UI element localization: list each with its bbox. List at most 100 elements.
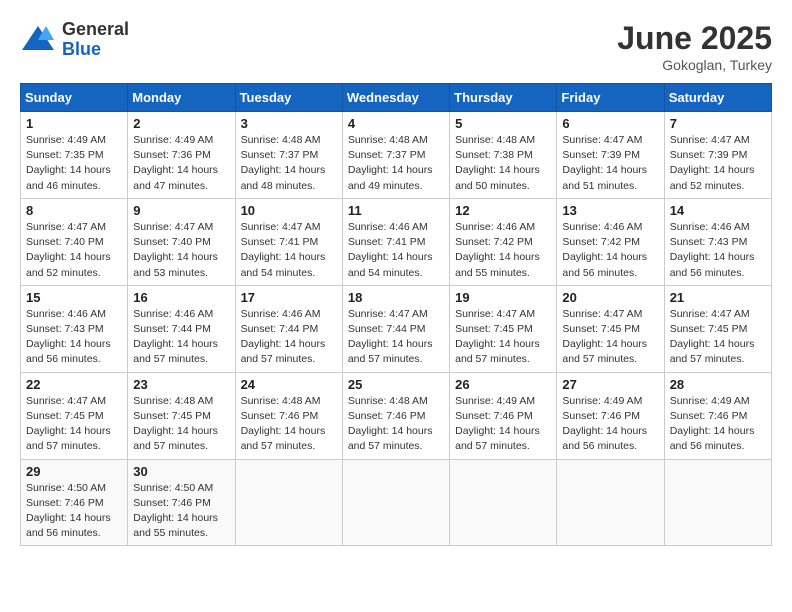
day-info: Sunrise: 4:49 AMSunset: 7:46 PMDaylight:… [670,394,766,455]
day-number: 9 [133,203,229,218]
day-number: 5 [455,116,551,131]
calendar-week-4: 22Sunrise: 4:47 AMSunset: 7:45 PMDayligh… [21,372,772,459]
day-number: 8 [26,203,122,218]
day-number: 27 [562,377,658,392]
calendar-body: 1Sunrise: 4:49 AMSunset: 7:35 PMDaylight… [21,112,772,546]
day-info: Sunrise: 4:47 AMSunset: 7:44 PMDaylight:… [348,307,444,368]
day-info: Sunrise: 4:48 AMSunset: 7:38 PMDaylight:… [455,133,551,194]
day-info: Sunrise: 4:47 AMSunset: 7:41 PMDaylight:… [241,220,337,281]
day-info: Sunrise: 4:47 AMSunset: 7:39 PMDaylight:… [670,133,766,194]
day-info: Sunrise: 4:46 AMSunset: 7:44 PMDaylight:… [241,307,337,368]
logo: General Blue [20,20,129,60]
calendar-cell: 22Sunrise: 4:47 AMSunset: 7:45 PMDayligh… [21,372,128,459]
day-number: 6 [562,116,658,131]
calendar-cell: 23 Sunrise: 4:48 AMSunset: 7:45 PMDayligh… [128,372,235,459]
calendar-cell: 29 Sunrise: 4:50 AMSunset: 7:46 PMDayligh… [21,459,128,546]
col-header-sunday: Sunday [21,84,128,112]
day-number: 21 [670,290,766,305]
calendar-cell [235,459,342,546]
calendar-week-3: 15Sunrise: 4:46 AMSunset: 7:43 PMDayligh… [21,285,772,372]
calendar-week-5: 29 Sunrise: 4:50 AMSunset: 7:46 PMDayligh… [21,459,772,546]
day-number: 11 [348,203,444,218]
calendar-cell: 28 Sunrise: 4:49 AMSunset: 7:46 PMDayligh… [664,372,771,459]
calendar-cell: 14 Sunrise: 4:46 AMSunset: 7:43 PMDayligh… [664,198,771,285]
calendar-cell [342,459,449,546]
day-number: 4 [348,116,444,131]
calendar-header: SundayMondayTuesdayWednesdayThursdayFrid… [21,84,772,112]
day-info: Sunrise: 4:49 AMSunset: 7:46 PMDaylight:… [562,394,658,455]
day-info: Sunrise: 4:49 AMSunset: 7:36 PMDaylight:… [133,133,229,194]
day-info: Sunrise: 4:47 AMSunset: 7:45 PMDaylight:… [670,307,766,368]
logo-general: General [62,20,129,40]
calendar-cell: 30Sunrise: 4:50 AMSunset: 7:46 PMDayligh… [128,459,235,546]
col-header-thursday: Thursday [450,84,557,112]
day-info: Sunrise: 4:48 AMSunset: 7:37 PMDaylight:… [348,133,444,194]
logo-blue: Blue [62,40,129,60]
calendar-cell: 19 Sunrise: 4:47 AMSunset: 7:45 PMDayligh… [450,285,557,372]
col-header-tuesday: Tuesday [235,84,342,112]
day-number: 7 [670,116,766,131]
day-info: Sunrise: 4:47 AMSunset: 7:40 PMDaylight:… [133,220,229,281]
calendar-table: SundayMondayTuesdayWednesdayThursdayFrid… [20,83,772,546]
calendar-cell [450,459,557,546]
day-number: 2 [133,116,229,131]
calendar-week-2: 8 Sunrise: 4:47 AMSunset: 7:40 PMDaylight… [21,198,772,285]
day-number: 24 [241,377,337,392]
day-info: Sunrise: 4:47 AMSunset: 7:45 PMDaylight:… [455,307,551,368]
day-info: Sunrise: 4:46 AMSunset: 7:44 PMDaylight:… [133,307,229,368]
calendar-cell: 27 Sunrise: 4:49 AMSunset: 7:46 PMDayligh… [557,372,664,459]
calendar-cell: 17 Sunrise: 4:46 AMSunset: 7:44 PMDayligh… [235,285,342,372]
day-number: 19 [455,290,551,305]
calendar-cell: 15Sunrise: 4:46 AMSunset: 7:43 PMDayligh… [21,285,128,372]
day-info: Sunrise: 4:50 AMSunset: 7:46 PMDaylight:… [26,481,122,542]
calendar-cell: 10 Sunrise: 4:47 AMSunset: 7:41 PMDayligh… [235,198,342,285]
calendar-cell: 8 Sunrise: 4:47 AMSunset: 7:40 PMDaylight… [21,198,128,285]
day-info: Sunrise: 4:48 AMSunset: 7:37 PMDaylight:… [241,133,337,194]
day-number: 22 [26,377,122,392]
day-info: Sunrise: 4:50 AMSunset: 7:46 PMDaylight:… [133,481,229,542]
col-header-monday: Monday [128,84,235,112]
calendar-cell: 12Sunrise: 4:46 AMSunset: 7:42 PMDayligh… [450,198,557,285]
day-info: Sunrise: 4:47 AMSunset: 7:45 PMDaylight:… [562,307,658,368]
day-number: 17 [241,290,337,305]
calendar-cell: 25 Sunrise: 4:48 AMSunset: 7:46 PMDayligh… [342,372,449,459]
day-info: Sunrise: 4:48 AMSunset: 7:46 PMDaylight:… [348,394,444,455]
day-number: 14 [670,203,766,218]
day-info: Sunrise: 4:49 AMSunset: 7:46 PMDaylight:… [455,394,551,455]
calendar-cell [557,459,664,546]
day-number: 13 [562,203,658,218]
calendar-cell: 24 Sunrise: 4:48 AMSunset: 7:46 PMDayligh… [235,372,342,459]
calendar-cell: 21 Sunrise: 4:47 AMSunset: 7:45 PMDayligh… [664,285,771,372]
day-info: Sunrise: 4:48 AMSunset: 7:45 PMDaylight:… [133,394,229,455]
calendar-cell: 3Sunrise: 4:48 AMSunset: 7:37 PMDaylight… [235,112,342,199]
day-info: Sunrise: 4:48 AMSunset: 7:46 PMDaylight:… [241,394,337,455]
calendar-cell: 11 Sunrise: 4:46 AMSunset: 7:41 PMDayligh… [342,198,449,285]
day-info: Sunrise: 4:47 AMSunset: 7:40 PMDaylight:… [26,220,122,281]
location: Gokoglan, Turkey [617,57,772,73]
col-header-friday: Friday [557,84,664,112]
calendar-cell: 18Sunrise: 4:47 AMSunset: 7:44 PMDayligh… [342,285,449,372]
calendar-cell: 2 Sunrise: 4:49 AMSunset: 7:36 PMDaylight… [128,112,235,199]
calendar-cell: 26 Sunrise: 4:49 AMSunset: 7:46 PMDayligh… [450,372,557,459]
day-info: Sunrise: 4:46 AMSunset: 7:43 PMDaylight:… [670,220,766,281]
day-info: Sunrise: 4:47 AMSunset: 7:39 PMDaylight:… [562,133,658,194]
day-info: Sunrise: 4:46 AMSunset: 7:41 PMDaylight:… [348,220,444,281]
day-info: Sunrise: 4:46 AMSunset: 7:42 PMDaylight:… [562,220,658,281]
day-number: 25 [348,377,444,392]
calendar-cell: 16Sunrise: 4:46 AMSunset: 7:44 PMDayligh… [128,285,235,372]
calendar-cell: 5 Sunrise: 4:48 AMSunset: 7:38 PMDaylight… [450,112,557,199]
calendar-cell: 9 Sunrise: 4:47 AMSunset: 7:40 PMDaylight… [128,198,235,285]
calendar-cell: 20Sunrise: 4:47 AMSunset: 7:45 PMDayligh… [557,285,664,372]
day-number: 26 [455,377,551,392]
day-number: 28 [670,377,766,392]
calendar-cell [664,459,771,546]
calendar-week-1: 1Sunrise: 4:49 AMSunset: 7:35 PMDaylight… [21,112,772,199]
day-number: 1 [26,116,122,131]
day-number: 29 [26,464,122,479]
logo-text: General Blue [62,20,129,60]
day-number: 10 [241,203,337,218]
day-number: 23 [133,377,229,392]
col-header-saturday: Saturday [664,84,771,112]
calendar-cell: 1Sunrise: 4:49 AMSunset: 7:35 PMDaylight… [21,112,128,199]
day-number: 15 [26,290,122,305]
